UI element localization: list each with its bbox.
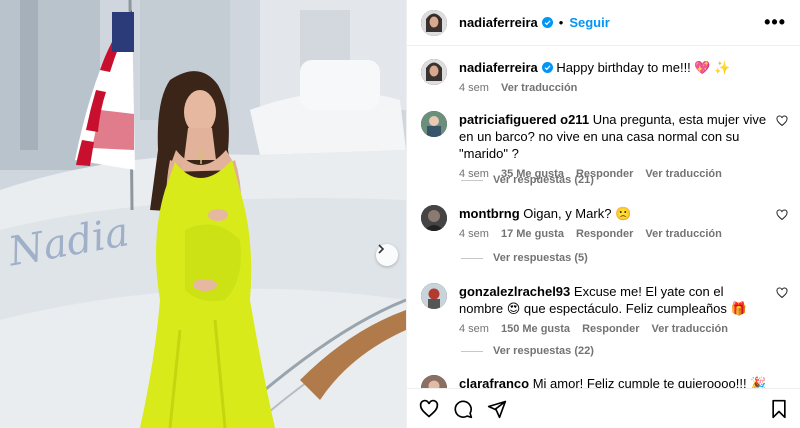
post-header: nadiaferreira • Seguir •••	[407, 0, 800, 46]
chevron-right-icon	[378, 244, 385, 254]
author-avatar[interactable]	[421, 59, 447, 85]
commenter-avatar[interactable]	[421, 111, 447, 137]
replies-divider	[461, 350, 483, 352]
translate-link[interactable]: Ver traducción	[652, 323, 728, 335]
comment-username[interactable]: gonzalezlrachel93	[459, 284, 570, 299]
view-replies-link[interactable]: Ver respuestas (5)	[461, 252, 588, 264]
view-replies-label[interactable]: Ver respuestas (22)	[493, 345, 594, 357]
more-icon[interactable]: •••	[764, 12, 786, 33]
replies-divider	[461, 179, 483, 181]
comment-text: Oigan, y Mark? 🙁	[523, 206, 632, 221]
next-photo-button[interactable]	[376, 244, 398, 266]
comment-likes[interactable]: 150 Me gusta	[501, 323, 570, 335]
translate-link[interactable]: Ver traducción	[645, 168, 721, 180]
commenter-avatar[interactable]	[421, 283, 447, 309]
post-actions-bar	[407, 388, 800, 428]
share-icon[interactable]	[487, 399, 507, 419]
replies-divider	[461, 257, 483, 259]
photo-illustration: Nadia	[0, 0, 406, 428]
author-avatar[interactable]	[421, 9, 447, 36]
comment-username[interactable]: patriciafiguered o211	[459, 112, 589, 127]
comment-username[interactable]: clarafranco	[459, 376, 529, 388]
comment-time[interactable]: 4 sem	[459, 228, 489, 240]
comment-time[interactable]: 4 sem	[459, 323, 489, 335]
heart-icon[interactable]	[419, 399, 439, 419]
heart-icon[interactable]	[776, 209, 788, 221]
separator-dot: •	[558, 15, 564, 30]
view-replies-link[interactable]: Ver respuestas (21)	[461, 174, 594, 186]
caption-time[interactable]: 4 sem	[459, 82, 489, 94]
caption-translate-link[interactable]: Ver traducción	[501, 82, 577, 94]
commenter-avatar[interactable]	[421, 375, 447, 388]
caption-username[interactable]: nadiaferreira	[459, 60, 538, 75]
verified-badge-icon	[541, 17, 553, 28]
commenter-avatar[interactable]	[421, 205, 447, 231]
comment-likes[interactable]: 17 Me gusta	[501, 228, 564, 240]
reply-link[interactable]: Responder	[576, 228, 633, 240]
author-username[interactable]: nadiaferreira	[459, 15, 538, 30]
heart-icon[interactable]	[776, 115, 788, 127]
post-details-panel: nadiaferreira • Seguir ••• nadiaferreira…	[406, 0, 800, 428]
translate-link[interactable]: Ver traducción	[645, 228, 721, 240]
post-photo[interactable]: Nadia	[0, 0, 406, 428]
view-replies-label[interactable]: Ver respuestas (5)	[493, 252, 588, 264]
bookmark-icon[interactable]	[770, 399, 788, 419]
view-replies-label[interactable]: Ver respuestas (21)	[493, 174, 594, 186]
view-replies-link[interactable]: Ver respuestas (22)	[461, 345, 594, 357]
comments-list: nadiaferreira Happy birthday to me!!! 💖 …	[407, 47, 800, 388]
caption-text: Happy birthday to me!!! 💖 ✨	[556, 60, 731, 75]
comment-icon[interactable]	[453, 399, 473, 419]
verified-badge-icon	[541, 62, 553, 73]
reply-link[interactable]: Responder	[582, 323, 639, 335]
post-modal: Nadia nadiaferreira • Seguir ••• nadiafe…	[0, 0, 800, 428]
heart-icon[interactable]	[776, 287, 788, 299]
follow-button[interactable]: Seguir	[569, 15, 609, 30]
comment-username[interactable]: montbrng	[459, 206, 520, 221]
